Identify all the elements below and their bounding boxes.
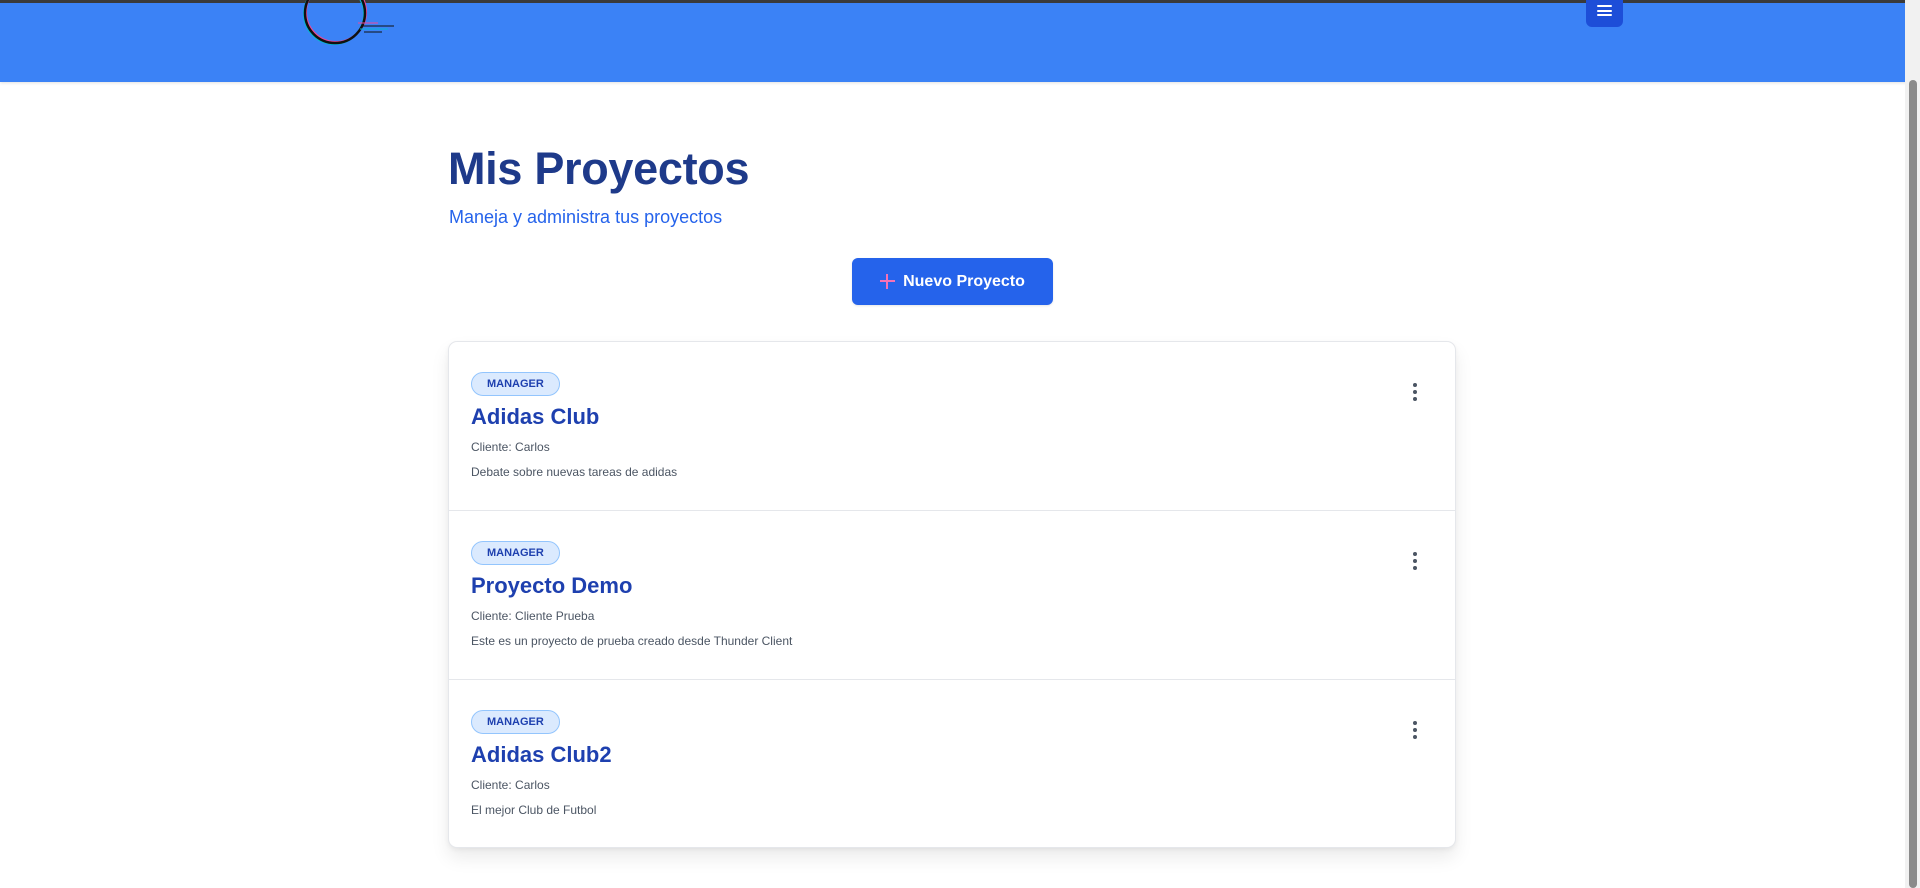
project-name-link[interactable]: Adidas Club2 (471, 742, 612, 768)
hamburger-menu-icon (1597, 5, 1612, 16)
project-options-button[interactable] (1401, 716, 1429, 744)
window-top-edge (0, 0, 1920, 3)
project-name-link[interactable]: Adidas Club (471, 404, 599, 430)
top-header (0, 0, 1920, 82)
project-client: Cliente: Carlos (471, 778, 550, 792)
plus-icon (880, 274, 896, 289)
project-list: MANAGER Adidas Club Cliente: Carlos Deba… (448, 341, 1456, 848)
project-options-button[interactable] (1401, 378, 1429, 406)
project-item[interactable]: MANAGER Adidas Club Cliente: Carlos Deba… (449, 342, 1455, 511)
project-client: Cliente: Carlos (471, 440, 550, 454)
project-name-link[interactable]: Proyecto Demo (471, 573, 632, 599)
new-project-button[interactable]: Nuevo Proyecto (852, 258, 1053, 305)
project-item[interactable]: MANAGER Proyecto Demo Cliente: Cliente P… (449, 511, 1455, 680)
project-description: El mejor Club de Futbol (471, 803, 597, 817)
menu-button[interactable] (1586, 0, 1623, 27)
page-subtitle: Maneja y administra tus proyectos (449, 207, 723, 227)
scrollbar-thumb[interactable] (1909, 80, 1917, 888)
page-title: Mis Proyectos (448, 143, 750, 194)
role-badge: MANAGER (471, 541, 560, 565)
role-badge: MANAGER (471, 372, 560, 396)
new-project-label: Nuevo Proyecto (903, 272, 1025, 290)
kebab-menu-icon (1413, 721, 1417, 739)
circle-logo-icon[interactable] (294, 0, 398, 52)
project-description: Debate sobre nuevas tareas de adidas (471, 465, 678, 479)
kebab-menu-icon (1413, 383, 1417, 401)
project-item[interactable]: MANAGER Adidas Club2 Cliente: Carlos El … (449, 680, 1455, 847)
project-options-button[interactable] (1401, 547, 1429, 575)
project-client: Cliente: Cliente Prueba (471, 609, 595, 623)
kebab-menu-icon (1413, 552, 1417, 570)
project-description: Este es un proyecto de prueba creado des… (471, 634, 793, 648)
role-badge: MANAGER (471, 710, 560, 734)
